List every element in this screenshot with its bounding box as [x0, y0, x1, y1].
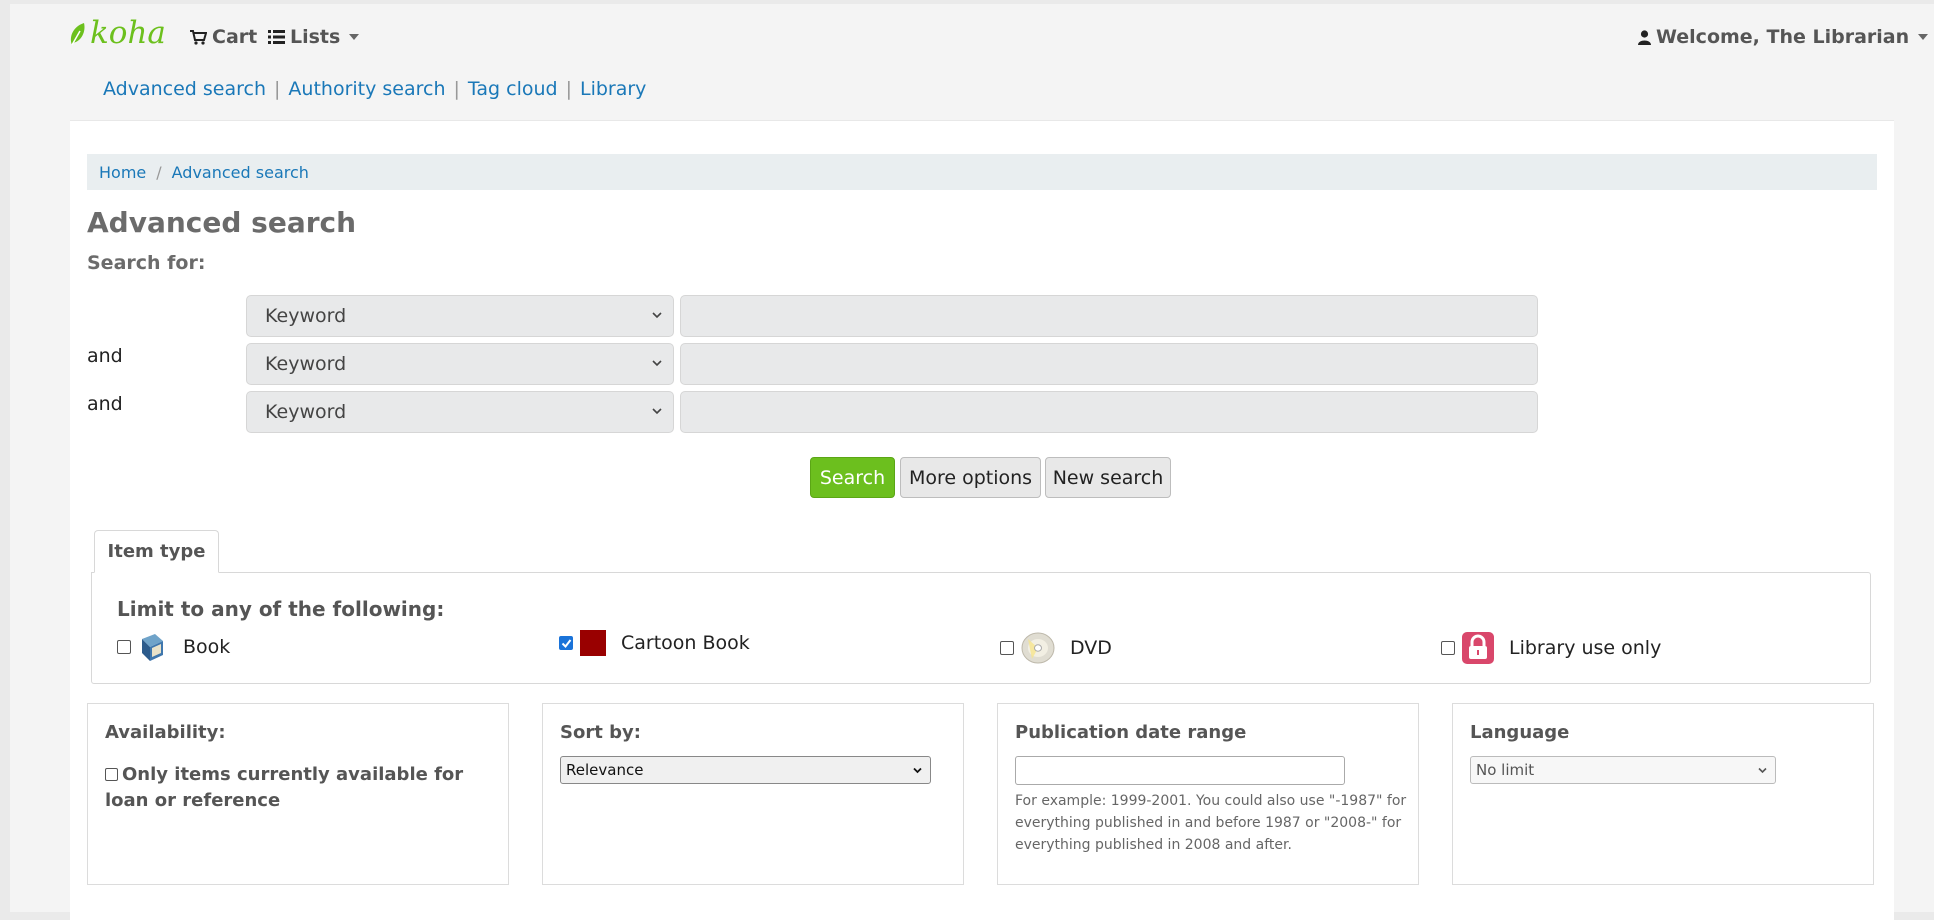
chevron-down-icon: [1758, 767, 1767, 774]
language-box: Language No limit: [1452, 703, 1874, 885]
chevron-down-icon: [913, 767, 922, 774]
sort-title: Sort by:: [560, 722, 641, 743]
tag-cloud-link[interactable]: Tag cloud: [468, 78, 558, 100]
item-type-cartoon-book[interactable]: Cartoon Book: [559, 629, 750, 657]
language-title: Language: [1470, 722, 1570, 743]
item-type-label: Library use only: [1509, 637, 1662, 659]
breadcrumb-home[interactable]: Home: [99, 163, 146, 182]
nav-separator: |: [453, 78, 460, 100]
more-options-button[interactable]: More options: [900, 457, 1041, 498]
book-icon: [137, 631, 169, 663]
search-index-select-1[interactable]: Keyword: [246, 295, 674, 337]
language-value: No limit: [1476, 761, 1535, 779]
authority-search-link[interactable]: Authority search: [288, 78, 445, 100]
chevron-down-icon: [1918, 34, 1929, 40]
search-for-label: Search for:: [87, 252, 206, 274]
boolean-operator-label: and: [87, 345, 123, 367]
main-panel: Home / Advanced search Advanced search S…: [70, 120, 1894, 920]
search-index-select-2[interactable]: Keyword: [246, 343, 674, 385]
search-button[interactable]: Search: [810, 457, 895, 498]
availability-title: Availability:: [105, 722, 226, 743]
search-term-input-2[interactable]: [680, 343, 1538, 385]
item-type-label: Book: [183, 636, 231, 658]
list-icon: [268, 30, 285, 44]
page-title: Advanced search: [87, 206, 357, 239]
publication-date-box: Publication date range For example: 1999…: [997, 703, 1419, 885]
chevron-down-icon: [652, 360, 662, 367]
cart-button[interactable]: Cart: [190, 26, 257, 48]
search-term-input-3[interactable]: [680, 391, 1538, 433]
padlock-icon: [1461, 631, 1495, 665]
search-index-value: Keyword: [265, 353, 347, 375]
limit-heading: Limit to any of the following:: [117, 597, 445, 621]
item-type-panel: Limit to any of the following: Book Cart…: [91, 572, 1871, 684]
red-square-icon: [579, 629, 607, 657]
cartoon-book-checkbox[interactable]: [559, 636, 573, 650]
chevron-down-icon: [349, 34, 360, 40]
cart-label: Cart: [212, 26, 258, 48]
user-menu[interactable]: Welcome, The Librarian: [1638, 26, 1929, 48]
availability-box: Availability: Only items currently avail…: [87, 703, 509, 885]
breadcrumb-current[interactable]: Advanced search: [172, 163, 309, 182]
publication-date-hint: For example: 1999-2001. You could also u…: [1015, 793, 1407, 853]
item-type-book[interactable]: Book: [117, 631, 230, 663]
item-type-dvd[interactable]: DVD: [1000, 631, 1112, 665]
language-select[interactable]: No limit: [1470, 756, 1776, 784]
item-type-label: Cartoon Book: [621, 632, 750, 654]
koha-logo[interactable]: koha: [68, 18, 166, 49]
search-index-value: Keyword: [265, 401, 347, 423]
publication-date-input[interactable]: [1015, 756, 1345, 785]
user-menu-label: Welcome, The Librarian: [1656, 26, 1910, 48]
top-navbar: koha Cart Lists Welcome, The Librarian: [10, 4, 1934, 64]
availability-checkbox[interactable]: [105, 768, 118, 781]
user-icon: [1638, 29, 1651, 45]
availability-option-label: Only items currently available for loan …: [105, 764, 464, 811]
publication-date-title: Publication date range: [1015, 722, 1247, 743]
page: koha Cart Lists Welcome, The Librarian A…: [10, 4, 1934, 920]
new-search-button[interactable]: New search: [1045, 457, 1171, 498]
tab-item-type[interactable]: Item type: [94, 530, 219, 573]
boolean-operator-label: and: [87, 393, 123, 415]
sort-box: Sort by: Relevance: [542, 703, 964, 885]
dvd-checkbox[interactable]: [1000, 641, 1014, 655]
chevron-down-icon: [652, 312, 662, 319]
book-checkbox[interactable]: [117, 640, 131, 654]
advanced-search-link[interactable]: Advanced search: [103, 78, 266, 100]
nav-separator: |: [274, 78, 281, 100]
sort-by-value: Relevance: [566, 761, 644, 779]
secondary-nav: Advanced search | Authority search | Tag…: [103, 78, 646, 100]
library-use-only-checkbox[interactable]: [1441, 641, 1455, 655]
lists-label: Lists: [290, 26, 341, 48]
lists-menu[interactable]: Lists: [268, 26, 360, 48]
logo-text: koha: [90, 15, 166, 51]
library-link[interactable]: Library: [580, 78, 646, 100]
search-index-value: Keyword: [265, 305, 347, 327]
breadcrumb-separator: /: [156, 162, 162, 182]
item-type-label: DVD: [1070, 637, 1112, 659]
nav-separator: |: [565, 78, 572, 100]
koha-leaf-icon: [70, 22, 85, 45]
dvd-disc-icon: [1020, 631, 1056, 665]
item-type-library-use-only[interactable]: Library use only: [1441, 631, 1661, 665]
cart-icon: [190, 29, 207, 45]
sort-by-select[interactable]: Relevance: [560, 756, 931, 784]
breadcrumb: Home / Advanced search: [87, 154, 1877, 190]
checkmark-icon: [561, 638, 571, 648]
chevron-down-icon: [652, 408, 662, 415]
search-term-input-1[interactable]: [680, 295, 1538, 337]
search-index-select-3[interactable]: Keyword: [246, 391, 674, 433]
availability-option[interactable]: Only items currently available for loan …: [105, 762, 495, 814]
